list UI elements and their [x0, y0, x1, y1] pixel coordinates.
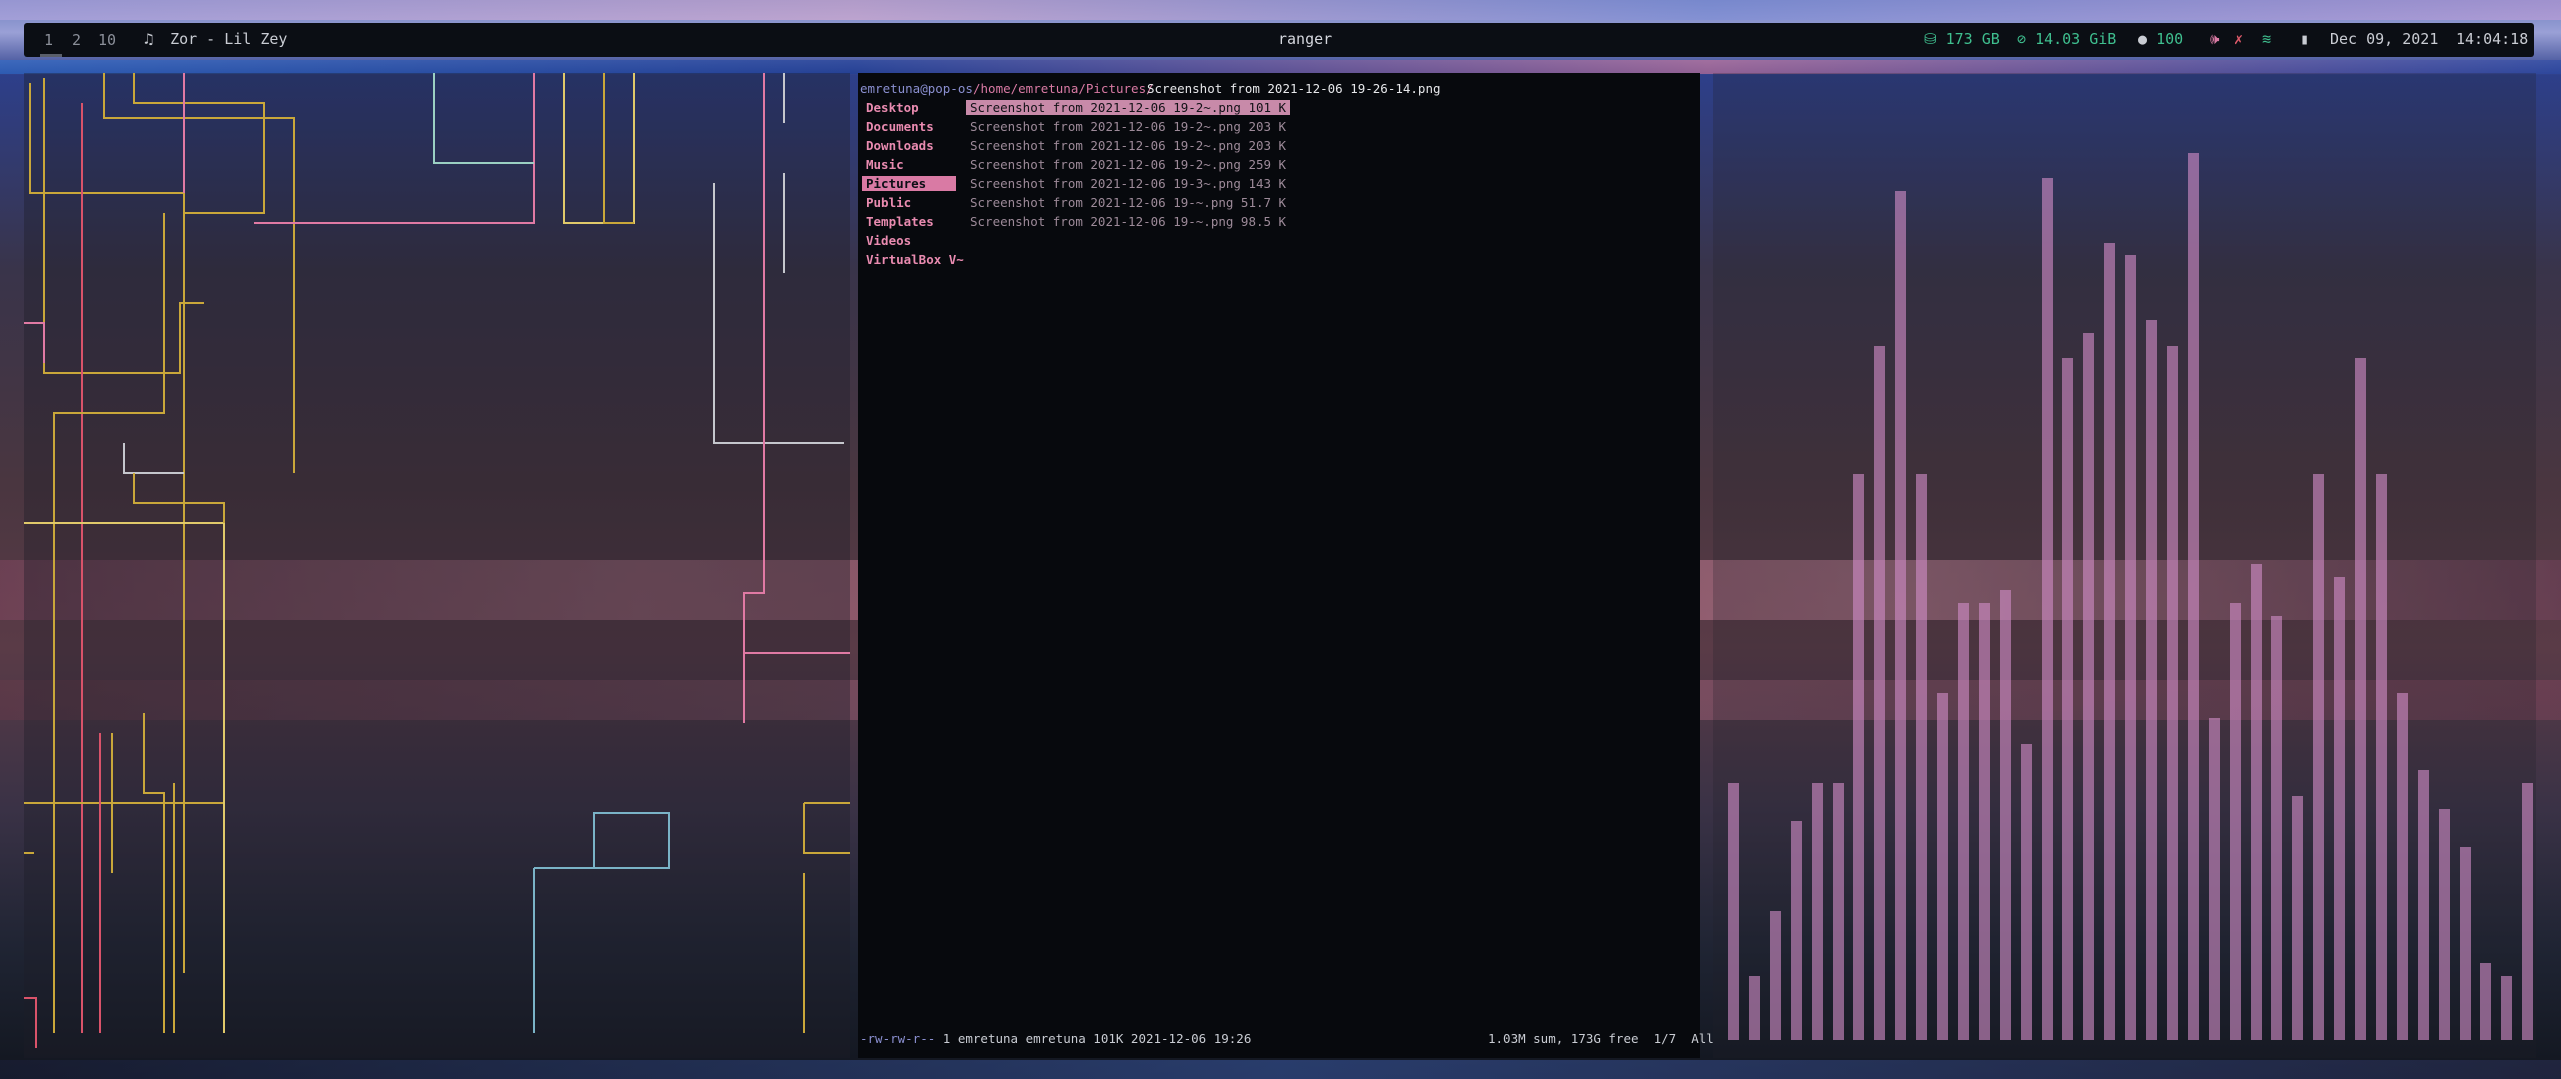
visualizer-bar [2166, 346, 2178, 1040]
wallpaper-streak [0, 0, 2561, 20]
visualizer-bar [2271, 616, 2283, 1040]
ranger-status-right: 1.03M sum, 173G free 1/7 All [1488, 1031, 1714, 1046]
memory-icon: ⊘ [2017, 30, 2027, 48]
date: Dec 09, 2021 [2330, 30, 2439, 48]
visualizer-bar [2375, 474, 2387, 1040]
ranger-dir-item[interactable]: Videos [866, 233, 911, 248]
battery-icon: ▮ [2300, 30, 2310, 48]
visualizer-bar [1748, 976, 1760, 1040]
ranger-file-item[interactable]: Screenshot from 2021-12-06 19-2~.png 203… [970, 119, 1286, 134]
visualizer-bar [2125, 255, 2137, 1040]
audio-visualizer[interactable] [1713, 73, 2536, 1058]
visualizer-bar [1957, 603, 1969, 1040]
visualizer-bar [2417, 770, 2429, 1040]
music-note-icon: ♫ [144, 30, 154, 48]
ranger-dir-item[interactable]: Downloads [866, 138, 934, 153]
visualizer-bar [2083, 333, 2095, 1040]
ranger-path-dir: /home/emretuna/Pictures/ [973, 81, 1154, 96]
visualizer-bar [2020, 744, 2032, 1040]
visualizer-bar [1769, 911, 1781, 1040]
now-playing[interactable]: ♫ Zor - Lil Zey [144, 30, 287, 48]
visualizer-bar [1916, 474, 1928, 1040]
visualizer-bar [1874, 346, 1886, 1040]
visualizer-bar [2104, 243, 2116, 1040]
workspace-1[interactable]: 1 [44, 31, 53, 49]
visualizer-bar [2041, 178, 2053, 1040]
ranger-dir-item[interactable]: VirtualBox V~ [866, 252, 964, 267]
visualizer-bar [2501, 976, 2513, 1040]
visualizer-bar [2208, 718, 2220, 1040]
ranger-file-item[interactable]: Screenshot from 2021-12-06 19-3~.png 143… [970, 176, 1286, 191]
ranger-status-permissions: -rw-rw-r-- [860, 1031, 936, 1046]
visualizer-bar [2250, 564, 2262, 1040]
visualizer-bar [1811, 783, 1823, 1040]
visualizer-bar [2292, 796, 2304, 1040]
disk-icon: ⛁ [1924, 30, 1937, 48]
ranger-dir-item[interactable]: Public [866, 195, 911, 210]
workspace-10[interactable]: 10 [98, 31, 116, 49]
disk-widget: ⛁ 173 GB [1924, 30, 2000, 48]
visualizer-bar [2459, 847, 2471, 1040]
pipes-terminal[interactable] [24, 73, 850, 1058]
ranger-terminal[interactable]: emretuna@pop-os /home/emretuna/Pictures/… [858, 73, 1714, 1058]
visualizer-bar [2313, 474, 2325, 1040]
visualizer-bar [1832, 783, 1844, 1040]
visualizer-bar [2229, 603, 2241, 1040]
visualizer-bar [1853, 474, 1865, 1040]
wallpaper-streak [0, 60, 2561, 74]
ranger-path-file: Screenshot from 2021-12-06 19-26-14.png [1147, 81, 1441, 96]
visualizer-bar [2396, 693, 2408, 1040]
top-bar: 1 2 10 ♫ Zor - Lil Zey ranger ⛁ 173 GB ⊘… [24, 23, 2534, 57]
battery-dot-icon: ● [2138, 30, 2148, 48]
visualizer-bar [1790, 821, 1802, 1040]
battery-value: 100 [2156, 30, 2184, 48]
ranger-dir-item[interactable]: Templates [866, 214, 934, 229]
ranger-status-info: 1 emretuna emretuna 101K 2021-12-06 19:2… [935, 1031, 1252, 1046]
visualizer-bar [1937, 693, 1948, 1040]
ranger-file-item[interactable]: Screenshot from 2021-12-06 19-2~.png 203… [970, 138, 1286, 153]
visualizer-bar [1728, 783, 1739, 1040]
ranger-dir-item[interactable]: Music [866, 157, 904, 172]
visualizer-bar [2187, 153, 2199, 1040]
visualizer-bar [2355, 358, 2366, 1040]
ranger-file-item[interactable]: Screenshot from 2021-12-06 19-~.png 51.7… [970, 195, 1286, 210]
ranger-dir-item[interactable]: Desktop [866, 100, 919, 115]
visualizer-bar [2480, 963, 2492, 1040]
visualizer-bar [1895, 191, 1907, 1040]
window-title: ranger [1278, 30, 1333, 48]
ranger-file-item[interactable]: Screenshot from 2021-12-06 19-2~.png 259… [970, 157, 1286, 172]
ranger-file-item[interactable]: Screenshot from 2021-12-06 19-~.png 98.5… [970, 214, 1286, 229]
memory-value: 14.03 GiB [2035, 30, 2117, 48]
memory-widget: ⊘ 14.03 GiB [2017, 30, 2116, 48]
disk-value: 173 GB [1945, 30, 2000, 48]
visualizer-bar [2062, 358, 2074, 1040]
ranger-dir-item[interactable]: Documents [866, 119, 934, 134]
ranger-dir-item[interactable]: Pictures [862, 176, 956, 191]
clock: 14:04:18 [2456, 30, 2529, 48]
bluetooth-off-icon[interactable]: ✗ [2234, 30, 2243, 48]
ranger-file-item[interactable]: Screenshot from 2021-12-06 19-2~.png 101… [966, 100, 1291, 115]
wallpaper-streak [0, 1060, 2561, 1079]
pipes-art [24, 73, 850, 1048]
workspace-2[interactable]: 2 [72, 31, 81, 49]
visualizer-bar [1978, 603, 1990, 1040]
now-playing-label: Zor - Lil Zey [170, 30, 288, 48]
ranger-prompt: emretuna@pop-os [860, 81, 973, 96]
visualizer-bar [2438, 809, 2450, 1040]
visualizer-bar [2522, 783, 2534, 1040]
wifi-icon[interactable]: ≋ [2262, 30, 2271, 48]
visualizer-bar [2146, 320, 2157, 1040]
battery-widget: ● 100 [2138, 30, 2183, 48]
workspace-active-indicator [40, 54, 62, 57]
visualizer-bar [2334, 577, 2346, 1040]
volume-icon[interactable]: 🕪 [2210, 30, 2219, 48]
visualizer-bar [1999, 590, 2011, 1040]
ranger-status-left: -rw-rw-r-- 1 emretuna emretuna 101K 2021… [860, 1031, 1251, 1046]
